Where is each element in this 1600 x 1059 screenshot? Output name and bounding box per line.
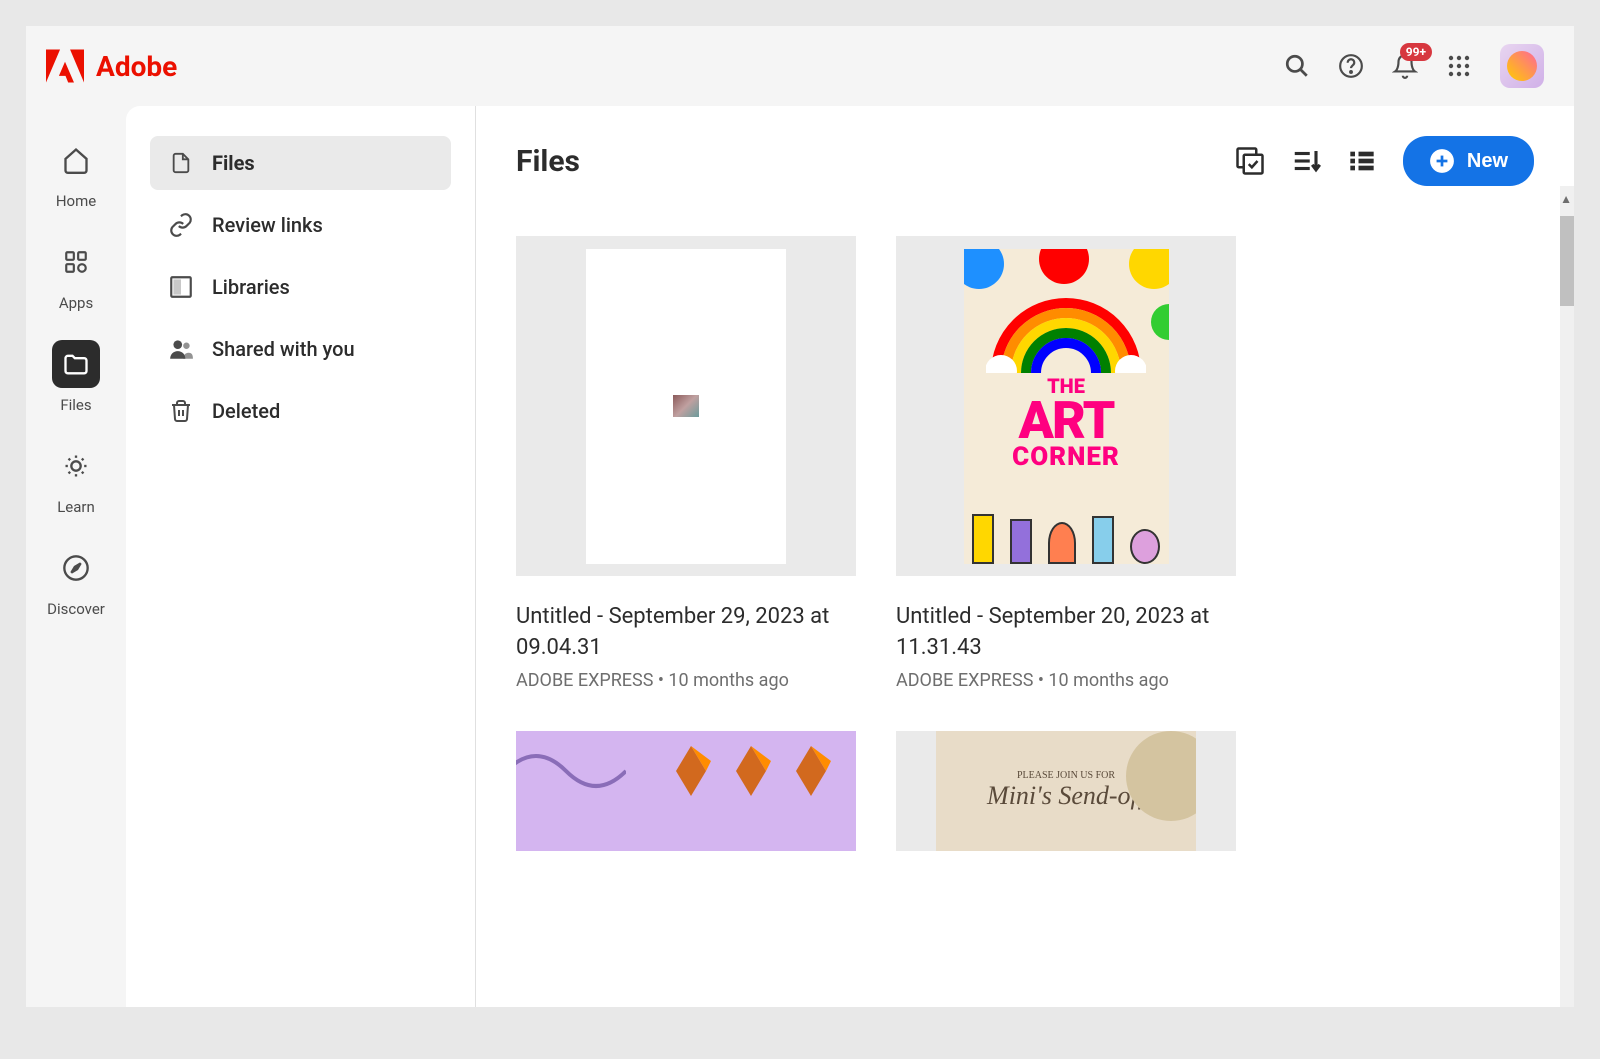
rail-label: Apps xyxy=(59,294,93,312)
sidebar-item-review-links[interactable]: Review links xyxy=(150,198,451,252)
adobe-logo-icon xyxy=(46,48,84,84)
sidebar-item-shared[interactable]: Shared with you xyxy=(150,322,451,376)
rail-home[interactable]: Home xyxy=(52,136,100,210)
home-icon xyxy=(52,136,100,184)
rail-discover[interactable]: Discover xyxy=(47,544,105,618)
file-icon xyxy=(168,150,194,176)
sidebar-label: Files xyxy=(212,151,255,175)
header-actions: 99+ xyxy=(1284,44,1544,88)
file-thumbnail xyxy=(516,731,856,851)
toolbar: New xyxy=(1235,136,1534,186)
trash-icon xyxy=(168,398,194,424)
new-button[interactable]: New xyxy=(1403,136,1534,186)
scrollbar[interactable] xyxy=(1560,186,1574,1007)
file-card[interactable]: PLEASE JOIN US FOR Mini's Send-off xyxy=(896,731,1236,877)
new-button-label: New xyxy=(1467,150,1508,173)
brand-text: Adobe xyxy=(96,50,177,83)
plus-circle-icon xyxy=(1429,148,1455,174)
sidebar-item-files[interactable]: Files xyxy=(150,136,451,190)
rail-label: Discover xyxy=(47,600,105,618)
nav-rail: Home Apps Files Learn xyxy=(26,106,126,1007)
list-view-icon[interactable] xyxy=(1347,146,1377,176)
sidebar: Files Review links Libraries xyxy=(126,106,476,1007)
file-meta: ADOBE EXPRESS • 10 months ago xyxy=(516,670,856,691)
logo-area[interactable]: Adobe xyxy=(46,48,177,84)
sidebar-label: Deleted xyxy=(212,399,280,423)
top-header: Adobe 99+ xyxy=(26,26,1574,106)
sidebar-label: Libraries xyxy=(212,275,290,299)
file-thumbnail xyxy=(516,236,856,576)
link-icon xyxy=(168,212,194,238)
select-icon[interactable] xyxy=(1235,146,1265,176)
rail-files[interactable]: Files xyxy=(52,340,100,414)
folder-icon xyxy=(52,340,100,388)
compass-icon xyxy=(52,544,100,592)
sendoff-prefix: PLEASE JOIN US FOR xyxy=(1017,770,1115,781)
sidebar-label: Review links xyxy=(212,213,323,237)
file-title: Untitled - September 20, 2023 at 11.31.4… xyxy=(896,602,1236,664)
files-grid: Untitled - September 29, 2023 at 09.04.3… xyxy=(516,236,1534,877)
page-title: Files xyxy=(516,144,580,179)
help-icon[interactable] xyxy=(1338,53,1364,79)
rail-label: Home xyxy=(56,192,96,210)
notifications-icon[interactable]: 99+ xyxy=(1392,53,1418,79)
art-corner: CORNER xyxy=(1012,445,1120,470)
sendoff-title: Mini's Send-off xyxy=(987,781,1145,811)
file-title: Untitled - September 29, 2023 at 09.04.3… xyxy=(516,602,856,664)
avatar[interactable] xyxy=(1500,44,1544,88)
rail-learn[interactable]: Learn xyxy=(52,442,100,516)
sort-icon[interactable] xyxy=(1291,146,1321,176)
scrollbar-up-arrow[interactable]: ▲ xyxy=(1560,192,1572,206)
file-card[interactable]: THE ART CORNER xyxy=(896,236,1236,691)
rail-apps[interactable]: Apps xyxy=(52,238,100,312)
library-icon xyxy=(168,274,194,300)
rail-label: Learn xyxy=(57,498,95,516)
notification-badge: 99+ xyxy=(1400,43,1432,61)
file-card[interactable] xyxy=(516,731,856,877)
bulb-icon xyxy=(52,442,100,490)
file-meta: ADOBE EXPRESS • 10 months ago xyxy=(896,670,1236,691)
art-art: ART xyxy=(1012,396,1120,445)
people-icon xyxy=(168,336,194,362)
rail-label: Files xyxy=(60,396,91,414)
file-thumbnail: THE ART CORNER xyxy=(896,236,1236,576)
apps-icon xyxy=(52,238,100,286)
search-icon[interactable] xyxy=(1284,53,1310,79)
sidebar-item-libraries[interactable]: Libraries xyxy=(150,260,451,314)
sidebar-label: Shared with you xyxy=(212,337,355,361)
file-thumbnail: PLEASE JOIN US FOR Mini's Send-off xyxy=(896,731,1236,851)
sidebar-item-deleted[interactable]: Deleted xyxy=(150,384,451,438)
file-card[interactable]: Untitled - September 29, 2023 at 09.04.3… xyxy=(516,236,856,691)
apps-grid-icon[interactable] xyxy=(1446,53,1472,79)
scrollbar-thumb[interactable] xyxy=(1560,216,1574,306)
